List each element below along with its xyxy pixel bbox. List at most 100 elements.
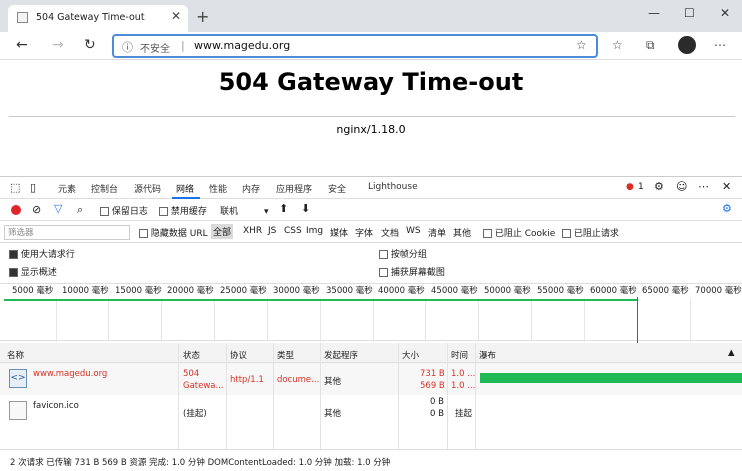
forward-icon[interactable]: → xyxy=(52,37,64,53)
favorites-icon[interactable]: ☆ xyxy=(612,38,623,52)
browser-tab[interactable]: 504 Gateway Time-out ✕ xyxy=(8,5,188,32)
request-name[interactable]: favicon.ico xyxy=(33,401,79,411)
network-toolbar: ⊘ ▽ ⌕ 保留日志 禁用缓存 联机 ▾ ⬆ ⬇ ⚙ xyxy=(0,199,742,221)
tab-network[interactable]: 网络 xyxy=(176,182,194,195)
request-time: 挂起 xyxy=(455,409,473,419)
overview-tick: 15000 毫秒 xyxy=(115,286,162,296)
filter-css[interactable]: CSS xyxy=(284,226,302,236)
inspect-icon[interactable]: ⬚ xyxy=(10,181,20,194)
capture-screenshots-checkbox[interactable]: 捕获屏幕截图 xyxy=(379,265,445,278)
close-icon[interactable]: ✕ xyxy=(722,180,731,193)
group-by-frame-checkbox[interactable]: 按帧分组 xyxy=(379,247,427,260)
info-icon[interactable]: ⓘ xyxy=(122,39,133,55)
filter-xhr[interactable]: XHR xyxy=(243,226,262,236)
error-icon[interactable]: ● xyxy=(626,182,634,192)
filter-manifest[interactable]: 清单 xyxy=(428,226,446,239)
maximize-icon[interactable]: ☐ xyxy=(684,6,695,20)
tab-elements[interactable]: 元素 xyxy=(58,182,76,195)
preserve-log-checkbox[interactable]: 保留日志 xyxy=(100,204,148,217)
feedback-icon[interactable]: ☺ xyxy=(676,180,687,193)
table-row[interactable]: favicon.ico (挂起) 其他 0 B 0 B 挂起 xyxy=(0,395,742,427)
blocked-cookies-checkbox[interactable]: 已阻止 Cookie xyxy=(483,226,555,239)
tab-sources[interactable]: 源代码 xyxy=(134,182,161,195)
upload-icon[interactable]: ⬆ xyxy=(279,202,288,215)
close-tab-icon[interactable]: ✕ xyxy=(171,9,181,23)
more-icon[interactable]: ⋯ xyxy=(698,180,709,193)
column-divider xyxy=(398,343,399,449)
request-latency: 1.0 ... xyxy=(451,381,476,391)
filter-other[interactable]: 其他 xyxy=(453,226,471,239)
minimize-icon[interactable]: — xyxy=(648,6,660,20)
devtools-tabs: ⬚ ▯ 元素 控制台 源代码 网络 性能 内存 应用程序 安全 Lighthou… xyxy=(0,177,742,199)
device-icon[interactable]: ▯ xyxy=(30,181,36,194)
grid-line xyxy=(56,298,57,342)
request-table: 名称 状态 协议 类型 发起程序 大小 时间 瀑布 ▲ <> www.maged… xyxy=(0,343,742,449)
network-overview[interactable]: 5000 毫秒 10000 毫秒 15000 毫秒 20000 毫秒 25000… xyxy=(0,283,742,343)
disable-cache-checkbox[interactable]: 禁用缓存 xyxy=(159,204,207,217)
request-status: (挂起) xyxy=(183,409,207,419)
request-initiator: 其他 xyxy=(324,377,342,387)
table-row[interactable]: <> www.magedu.org 504 Gatewa... http/1.1… xyxy=(0,363,742,395)
devtools-panel: ⬚ ▯ 元素 控制台 源代码 网络 性能 内存 应用程序 安全 Lighthou… xyxy=(0,176,742,471)
col-status[interactable]: 状态 xyxy=(183,349,200,361)
collections-icon[interactable]: ⧉ xyxy=(646,38,655,53)
overview-tick: 30000 毫秒 xyxy=(273,286,320,296)
grid-line xyxy=(690,298,691,342)
request-name[interactable]: www.magedu.org xyxy=(33,369,107,379)
url-text[interactable]: www.magedu.org xyxy=(194,39,290,52)
security-label: 不安全 xyxy=(140,44,170,55)
filter-js[interactable]: JS xyxy=(268,226,276,236)
column-divider xyxy=(226,343,227,449)
tab-memory[interactable]: 内存 xyxy=(242,182,260,195)
hide-data-urls-checkbox[interactable]: 隐藏数据 URL xyxy=(139,226,208,239)
col-size[interactable]: 大小 xyxy=(402,349,419,361)
col-time[interactable]: 时间 xyxy=(451,349,468,361)
col-name[interactable]: 名称 xyxy=(7,349,24,361)
record-button[interactable] xyxy=(11,205,21,215)
tab-console[interactable]: 控制台 xyxy=(91,182,118,195)
address-bar[interactable]: ⓘ 不安全 | www.magedu.org ☆ xyxy=(112,34,598,58)
filter-input[interactable]: 筛选器 xyxy=(4,225,130,240)
divider xyxy=(9,116,735,117)
search-icon[interactable]: ⌕ xyxy=(77,203,83,217)
large-rows-checkbox[interactable]: 使用大请求行 xyxy=(9,247,75,260)
grid-line xyxy=(584,298,585,342)
close-window-icon[interactable]: ✕ xyxy=(720,6,730,20)
filter-all[interactable]: 全部 xyxy=(211,224,234,239)
overview-tick: 25000 毫秒 xyxy=(220,286,267,296)
sort-up-icon[interactable]: ▲ xyxy=(728,348,735,358)
gear-icon[interactable]: ⚙ xyxy=(654,180,664,193)
col-type[interactable]: 类型 xyxy=(277,349,294,361)
throttle-select[interactable]: 联机 ▾ xyxy=(220,204,269,217)
avatar[interactable] xyxy=(678,36,696,54)
clear-icon[interactable]: ⊘ xyxy=(32,203,41,216)
tab-lighthouse[interactable]: Lighthouse xyxy=(368,182,418,192)
new-tab-button[interactable]: + xyxy=(196,7,209,26)
col-waterfall[interactable]: 瀑布 xyxy=(479,349,496,361)
grid-line xyxy=(161,298,162,342)
download-icon[interactable]: ⬇ xyxy=(301,202,310,215)
request-time: 1.0 ... xyxy=(451,369,476,379)
filter-img[interactable]: Img xyxy=(306,226,323,236)
col-initiator[interactable]: 发起程序 xyxy=(324,349,358,361)
file-icon xyxy=(9,401,27,420)
filter-bar: 筛选器 隐藏数据 URL 全部 XHR JS CSS Img 媒体 字体 文档 … xyxy=(0,221,742,243)
tab-performance[interactable]: 性能 xyxy=(209,182,227,195)
filter-media[interactable]: 媒体 xyxy=(330,226,348,239)
overview-bar xyxy=(4,299,638,301)
filter-icon[interactable]: ▽ xyxy=(54,202,62,215)
col-protocol[interactable]: 协议 xyxy=(230,349,247,361)
more-icon[interactable]: ⋯ xyxy=(714,38,726,52)
tab-security[interactable]: 安全 xyxy=(328,182,346,195)
blocked-requests-checkbox[interactable]: 已阻止请求 xyxy=(562,226,619,239)
favorite-star-icon[interactable]: ☆ xyxy=(576,38,587,52)
tab-application[interactable]: 应用程序 xyxy=(276,182,312,195)
overview-tick: 60000 毫秒 xyxy=(590,286,637,296)
filter-ws[interactable]: WS xyxy=(406,226,421,236)
filter-font[interactable]: 字体 xyxy=(355,226,373,239)
filter-doc[interactable]: 文档 xyxy=(381,226,399,239)
back-icon[interactable]: ← xyxy=(16,37,28,53)
show-overview-checkbox[interactable]: 显示概述 xyxy=(9,265,57,278)
refresh-icon[interactable]: ↻ xyxy=(84,37,96,53)
gear-icon[interactable]: ⚙ xyxy=(722,202,732,215)
